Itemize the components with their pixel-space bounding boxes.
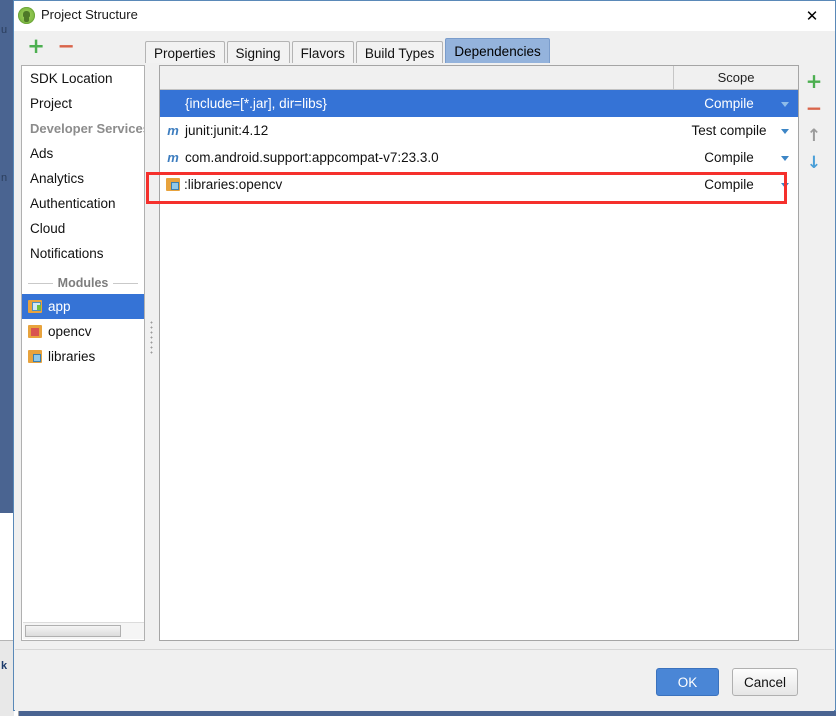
sidebar-item-cloud[interactable]: Cloud — [22, 216, 144, 241]
sidebar-horizontal-scrollbar[interactable] — [23, 622, 144, 639]
dependency-scope-cell[interactable]: Compile — [674, 177, 798, 192]
dependency-scope-value: Compile — [704, 150, 754, 165]
module-label: app — [48, 299, 71, 314]
sidebar-item-sdk-location[interactable]: SDK Location — [22, 66, 144, 91]
dependency-name-cell: {include=[*.jar], dir=libs} — [160, 96, 674, 111]
add-module-button[interactable]: + — [26, 36, 46, 57]
background-text-fragment: k — [1, 660, 8, 672]
library-module-icon — [28, 325, 42, 338]
separator-label: Modules — [57, 276, 109, 290]
sidebar-item-project[interactable]: Project — [22, 91, 144, 116]
chevron-down-icon[interactable] — [781, 128, 789, 134]
dialog-footer: OK Cancel — [15, 649, 834, 711]
tab-properties[interactable]: Properties — [145, 41, 225, 64]
module-label: opencv — [48, 324, 92, 339]
tab-build-types[interactable]: Build Types — [355, 41, 444, 64]
sidebar-item-authentication[interactable]: Authentication — [22, 191, 144, 216]
separator-line-left — [28, 282, 53, 284]
dependency-name-cell: m com.android.support:appcompat-v7:23.3.0 — [160, 150, 674, 165]
move-up-button[interactable]: ↑ — [803, 125, 825, 147]
tab-signing[interactable]: Signing — [226, 41, 290, 64]
dependency-scope-value: Compile — [704, 177, 754, 192]
dependency-name: :libraries:opencv — [184, 177, 283, 192]
dependency-name: com.android.support:appcompat-v7:23.3.0 — [185, 150, 439, 165]
sidebar-item-ads[interactable]: Ads — [22, 141, 144, 166]
sidebar-item-developer-services: Developer Services — [30, 121, 144, 136]
background-status-strip: k — [0, 660, 14, 716]
cancel-button[interactable]: Cancel — [732, 668, 798, 696]
background-text-fragment: n — [1, 172, 8, 184]
add-dependency-button[interactable]: + — [803, 70, 825, 92]
dependency-name: junit:junit:4.12 — [185, 123, 269, 138]
remove-module-button[interactable]: − — [56, 36, 76, 57]
dialog-content: SDK Location Project Developer Services Ads… — [15, 63, 834, 649]
move-down-button[interactable]: ↓ — [803, 152, 825, 174]
dependency-name-cell: :libraries:opencv — [160, 177, 674, 192]
dependency-name: {include=[*.jar], dir=libs} — [185, 96, 327, 111]
chevron-down-icon[interactable] — [781, 155, 789, 161]
tab-dependencies[interactable]: Dependencies — [445, 38, 550, 64]
dependency-scope-value: Compile — [704, 96, 754, 111]
project-structure-dialog: Project Structure ✕ + − Properties Signin… — [13, 0, 836, 711]
sidebar-module-libraries[interactable]: libraries — [22, 344, 144, 369]
table-row[interactable]: {include=[*.jar], dir=libs} Compile — [160, 90, 798, 117]
dependency-scope-value: Test compile — [691, 123, 767, 138]
sidebar-module-opencv[interactable]: opencv — [22, 319, 144, 344]
sidebar-list: SDK Location Project Developer Services Ads… — [22, 66, 144, 369]
tab-flavors[interactable]: Flavors — [291, 41, 354, 64]
sidebar-item-analytics[interactable]: Analytics — [22, 166, 144, 191]
table-header: Scope — [160, 66, 798, 90]
background-text-fragment: u — [1, 24, 8, 36]
dependency-name-cell: m junit:junit:4.12 — [160, 123, 674, 138]
panel-splitter[interactable] — [146, 65, 158, 641]
dialog-titlebar: Project Structure ✕ — [14, 1, 835, 31]
tab-bar: Properties Signing Flavors Build Types Depen… — [145, 38, 552, 64]
app-module-icon — [28, 300, 42, 313]
maven-icon: m — [167, 150, 179, 165]
splitter-grip-icon — [150, 320, 153, 354]
background-left-strip — [0, 0, 13, 513]
close-icon[interactable]: ✕ — [789, 1, 835, 31]
sidebar-module-app[interactable]: app — [22, 294, 144, 319]
dependency-scope-cell[interactable]: Compile — [674, 96, 798, 111]
remove-dependency-button[interactable]: − — [803, 97, 825, 119]
dependencies-panel: Scope {include=[*.jar], dir=libs} Compile… — [159, 65, 799, 641]
chevron-down-icon[interactable] — [781, 101, 789, 107]
folder-module-icon — [28, 350, 42, 363]
maven-icon: m — [167, 123, 179, 138]
module-label: libraries — [48, 349, 96, 364]
dependency-actions-toolbar: + − ↑ ↓ — [801, 65, 829, 641]
separator-line-right — [113, 282, 139, 284]
module-icon — [166, 178, 180, 191]
column-header-scope[interactable]: Scope — [674, 66, 798, 89]
dependencies-table-body: {include=[*.jar], dir=libs} Compile m junit… — [160, 90, 798, 198]
dialog-title: Project Structure — [41, 7, 138, 22]
column-header-name[interactable] — [160, 66, 674, 89]
sidebar-modules-separator: Modules — [22, 272, 144, 294]
table-row[interactable]: m com.android.support:appcompat-v7:23.3.0… — [160, 144, 798, 171]
sidebar-item-notifications[interactable]: Notifications — [22, 241, 144, 266]
table-row[interactable]: m junit:junit:4.12 Test compile — [160, 117, 798, 144]
table-row[interactable]: :libraries:opencv Compile — [160, 171, 798, 198]
sidebar: SDK Location Project Developer Services Ads… — [21, 65, 145, 641]
scrollbar-thumb[interactable] — [25, 625, 121, 637]
android-studio-icon — [18, 7, 35, 24]
chevron-down-icon[interactable] — [781, 182, 789, 188]
ok-button[interactable]: OK — [656, 668, 719, 696]
dependency-scope-cell[interactable]: Test compile — [674, 123, 798, 138]
dependency-scope-cell[interactable]: Compile — [674, 150, 798, 165]
